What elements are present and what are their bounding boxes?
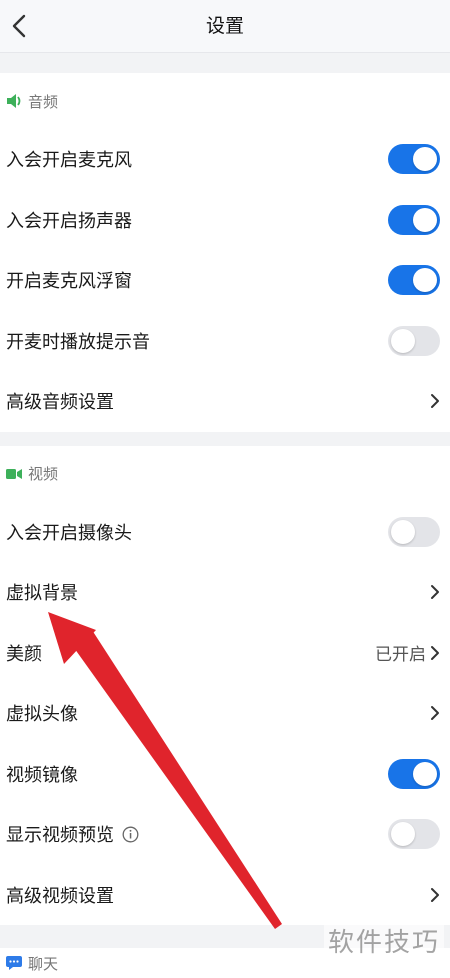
row-virtual-background[interactable]: 虚拟背景 [0,562,450,623]
audio-section-header: 音频 [0,73,450,129]
unmute-sound-toggle[interactable] [388,325,440,356]
watermark: 软件技巧 [323,920,444,961]
row-label: 视频镜像 [6,764,78,786]
row-camera-on-join[interactable]: 入会开启摄像头 [0,502,450,563]
chevron-right-icon [430,887,440,903]
chevron-right-icon [430,645,440,661]
info-icon[interactable] [122,826,139,843]
row-label: 入会开启麦克风 [6,150,132,172]
row-video-mirror[interactable]: 视频镜像 [0,744,450,805]
speaker-on-join-toggle[interactable] [388,204,440,235]
speaker-icon [7,94,21,108]
row-speaker-on-join[interactable]: 入会开启扬声器 [0,190,450,251]
row-beauty[interactable]: 美颜 已开启 [0,623,450,684]
beauty-status: 已开启 [375,645,426,666]
row-label: 美颜 [6,643,42,665]
audio-section: 音频 入会开启麦克风 入会开启扬声器 开启麦克风浮窗 开麦时播放提示音 高级音频… [0,73,450,432]
row-label: 高级音频设置 [6,392,114,414]
row-label: 开启麦克风浮窗 [6,271,132,293]
row-label: 虚拟头像 [6,704,78,726]
chevron-right-icon [430,705,440,721]
row-label: 入会开启扬声器 [6,210,132,232]
row-label: 虚拟背景 [6,583,78,605]
row-label: 高级视频设置 [6,885,114,907]
row-virtual-avatar[interactable]: 虚拟头像 [0,683,450,744]
nav-bar: 设置 [0,0,450,53]
row-mic-float-window[interactable]: 开启麦克风浮窗 [0,250,450,311]
page-title: 设置 [205,15,244,37]
chevron-right-icon [430,584,440,600]
video-section-header: 视频 [0,446,450,502]
chat-section-title: 聊天 [28,954,59,973]
camera-on-join-toggle[interactable] [388,516,440,547]
row-label: 入会开启摄像头 [6,522,132,544]
camera-icon [6,468,22,479]
row-advanced-audio[interactable]: 高级音频设置 [0,371,450,432]
mic-on-join-toggle[interactable] [388,144,440,175]
video-preview-toggle[interactable] [388,819,440,850]
row-video-preview[interactable]: 显示视频预览 [0,804,450,865]
chat-icon [6,956,22,970]
video-section-title: 视频 [28,465,59,483]
video-section: 视频 入会开启摄像头 虚拟背景 美颜 已开启 虚拟头像 视频镜像 显示视频预览 [0,445,450,926]
row-mic-on-join[interactable]: 入会开启麦克风 [0,129,450,190]
mic-float-window-toggle[interactable] [388,265,440,296]
audio-section-title: 音频 [28,92,59,111]
row-label: 开麦时播放提示音 [6,331,150,353]
video-mirror-toggle[interactable] [388,758,440,789]
chevron-right-icon [430,393,440,409]
row-label: 显示视频预览 [6,825,114,847]
row-unmute-sound[interactable]: 开麦时播放提示音 [0,311,450,372]
row-advanced-video[interactable]: 高级视频设置 [0,865,450,926]
